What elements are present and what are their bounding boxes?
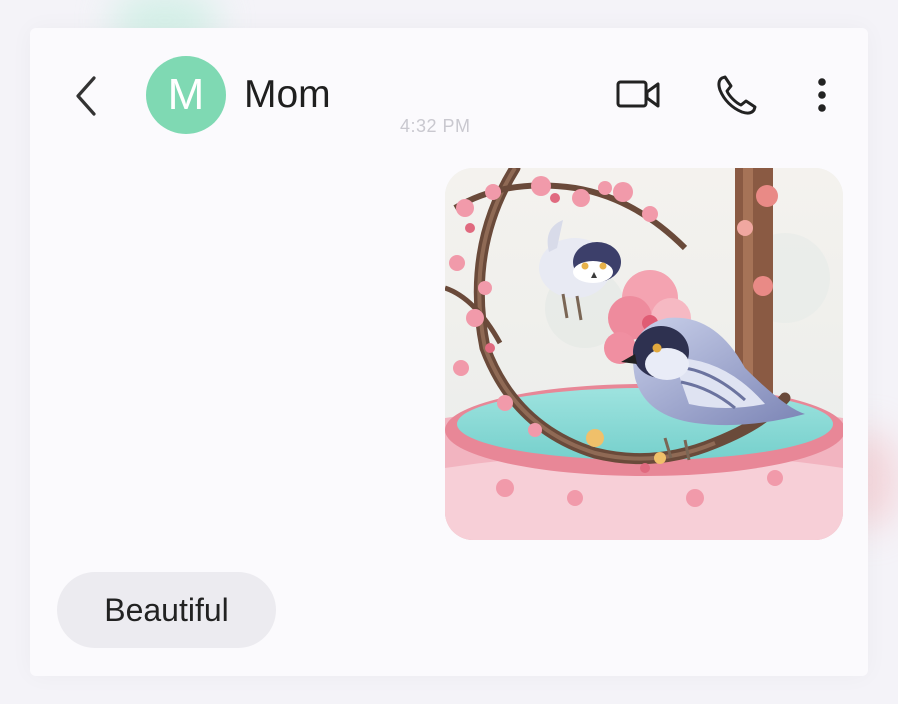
back-arrow-icon — [76, 76, 96, 116]
contact-name[interactable]: Mom — [244, 72, 331, 118]
video-camera-icon — [616, 80, 660, 108]
back-button[interactable] — [62, 72, 110, 120]
message-timestamp: 4:32 PM — [400, 116, 471, 136]
sent-image-message[interactable] — [445, 168, 843, 540]
avatar[interactable]: M — [146, 56, 226, 134]
phone-icon — [717, 75, 757, 115]
more-vertical-icon — [818, 78, 826, 112]
voice-call-button[interactable] — [710, 70, 764, 120]
received-message-bubble[interactable]: Beautiful — [57, 572, 276, 648]
bird-illustration-image — [445, 168, 843, 540]
more-options-button[interactable] — [800, 70, 844, 120]
video-call-button[interactable] — [612, 72, 664, 118]
message-text: Beautiful — [104, 591, 229, 628]
avatar-initial: M — [167, 70, 205, 119]
